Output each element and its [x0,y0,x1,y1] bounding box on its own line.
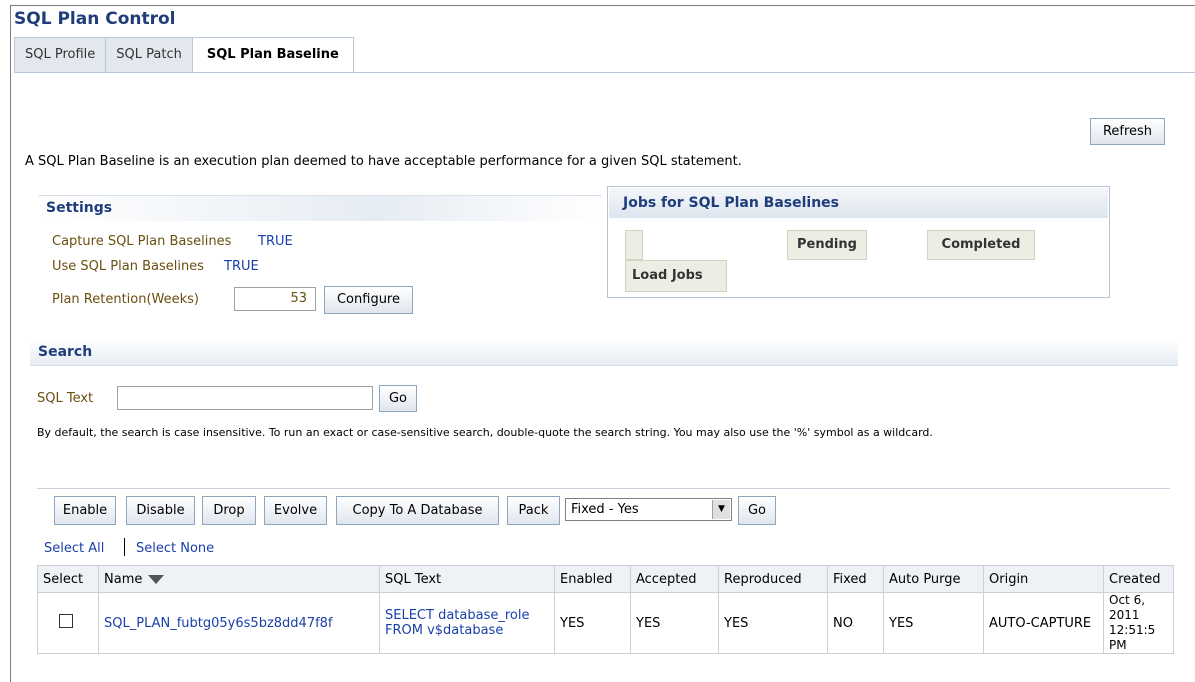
column-header-sql-text: SQL Text [379,565,555,593]
jobs-load-jobs-row: Load Jobs [625,260,727,292]
pack-button[interactable]: Pack [507,496,560,525]
sql-text-label: SQL Text [37,391,94,406]
page-description: A SQL Plan Baseline is an execution plan… [25,154,742,169]
search-go-button[interactable]: Go [379,385,417,412]
toolbar-divider [37,488,1170,489]
table-header-row: Select Name SQL Text Enabled Accepted Re… [37,565,1174,593]
frame-left-border [10,5,11,682]
sort-descending-icon[interactable] [148,574,165,584]
jobs-pending-header: Pending [787,230,867,260]
tab-sql-profile[interactable]: SQL Profile [14,37,107,72]
use-baselines-label: Use SQL Plan Baselines [52,259,204,274]
jobs-header: Jobs for SQL Plan Baselines [609,188,1108,218]
select-none-link[interactable]: Select None [136,541,214,556]
column-header-auto-purge: Auto Purge [883,565,984,593]
row-created-cell: Oct 6, 2011 12:51:5 PM [1103,592,1174,654]
refresh-button[interactable]: Refresh [1090,118,1165,145]
chevron-down-icon[interactable]: ▼ [712,500,730,519]
tab-sql-plan-baseline[interactable]: SQL Plan Baseline [191,37,354,73]
fixed-filter-select[interactable]: Fixed - Yes ▼ [565,498,732,521]
row-checkbox[interactable] [59,614,73,628]
sql-plan-baselines-table: Select Name SQL Text Enabled Accepted Re… [37,565,1174,654]
column-header-created: Created [1103,565,1174,593]
settings-header: Settings [38,195,602,221]
frame-top-border [10,5,1195,6]
row-auto-purge-cell: YES [883,592,984,654]
capture-baselines-label: Capture SQL Plan Baselines [52,234,232,249]
filter-go-button[interactable]: Go [738,496,776,525]
use-baselines-value: TRUE [224,259,259,274]
sql-text-search-input[interactable] [117,386,373,410]
fixed-filter-value: Fixed - Yes [571,502,639,517]
plan-retention-field[interactable]: 53 [234,287,316,311]
column-header-select: Select [37,565,99,593]
tab-sql-patch[interactable]: SQL Patch [105,37,193,72]
plan-retention-label: Plan Retention(Weeks) [52,292,200,307]
jobs-panel: Jobs for SQL Plan Baselines Pending Comp… [607,186,1110,298]
column-header-enabled: Enabled [554,565,631,593]
tab-underline [14,72,1195,73]
jobs-completed-header: Completed [927,230,1035,260]
column-header-name[interactable]: Name [98,565,380,593]
sql-text-link[interactable]: SELECT database_role FROM v$database [385,608,529,638]
plan-name-link[interactable]: SQL_PLAN_fubtg05y6s5bz8dd47f8f [104,616,333,631]
row-reproduced-cell: YES [718,592,828,654]
evolve-button[interactable]: Evolve [264,496,327,525]
row-enabled-cell: YES [554,592,631,654]
row-origin-cell: AUTO-CAPTURE [983,592,1104,654]
select-all-link[interactable]: Select All [44,541,104,556]
created-ampm: PM [1109,638,1127,652]
column-header-accepted: Accepted [630,565,719,593]
row-accepted-cell: YES [630,592,719,654]
search-hint-text: By default, the search is case insensiti… [37,426,933,439]
tab-bar: SQL Profile SQL Patch SQL Plan Baseline [14,37,354,73]
capture-baselines-value: TRUE [258,234,293,249]
page-title: SQL Plan Control [14,9,176,29]
row-fixed-cell: NO [827,592,884,654]
configure-button[interactable]: Configure [324,286,413,314]
copy-to-database-button[interactable]: Copy To A Database [336,496,499,525]
row-select-cell [37,592,99,654]
row-name-cell: SQL_PLAN_fubtg05y6s5bz8dd47f8f [98,592,380,654]
column-header-origin: Origin [983,565,1104,593]
column-header-reproduced: Reproduced [718,565,828,593]
column-header-name-label: Name [104,571,143,587]
table-row: SQL_PLAN_fubtg05y6s5bz8dd47f8f SELECT da… [37,592,1174,654]
column-header-fixed: Fixed [827,565,884,593]
drop-button[interactable]: Drop [202,496,256,525]
row-sql-text-cell: SELECT database_role FROM v$database [379,592,555,654]
jobs-corner-cell [625,230,643,260]
created-date: Oct 6, 2011 12:51:5 [1109,593,1156,638]
select-separator [124,538,125,556]
enable-button[interactable]: Enable [54,496,116,525]
search-header: Search [30,340,1178,366]
disable-button[interactable]: Disable [126,496,195,525]
